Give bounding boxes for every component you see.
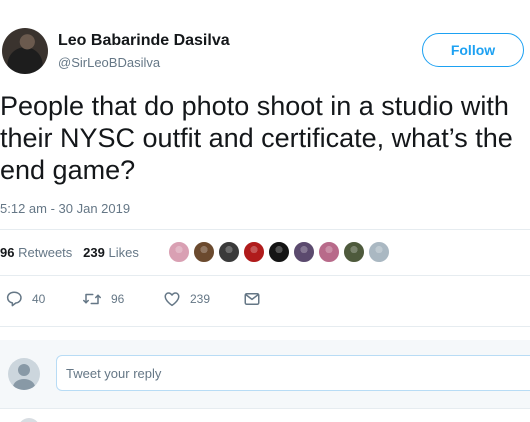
tweet-detail: Leo Babarinde Dasilva @SirLeoBDasilva Fo… (0, 0, 530, 422)
reply-count: 40 (32, 292, 46, 306)
author-avatar[interactable] (2, 28, 48, 74)
follow-button[interactable]: Follow (422, 33, 524, 67)
heart-icon (163, 290, 181, 308)
liker-avatars (168, 241, 390, 263)
retweet-icon (82, 290, 102, 308)
likes-label: Likes (108, 245, 139, 260)
retweets-stat[interactable]: 96 Retweets (0, 245, 72, 260)
divider (0, 229, 530, 230)
liker-avatar[interactable] (243, 241, 265, 263)
likes-stat[interactable]: 239 Likes (83, 245, 139, 260)
divider (0, 408, 530, 409)
direct-message-button[interactable] (243, 290, 261, 308)
retweet-count: 96 (111, 292, 125, 306)
liker-avatar[interactable] (368, 241, 390, 263)
divider (0, 275, 530, 276)
retweet-button[interactable]: 96 (82, 290, 124, 308)
reply-button[interactable]: 40 (5, 290, 45, 308)
divider (0, 326, 530, 327)
liker-avatar[interactable] (193, 241, 215, 263)
reply-icon (5, 290, 23, 308)
user-avatar (8, 358, 40, 390)
envelope-icon (243, 290, 261, 308)
retweets-label: Retweets (18, 245, 73, 260)
retweets-count: 96 (0, 245, 15, 260)
reply-input[interactable] (56, 355, 530, 391)
tweet-actions: 40 96 239 (0, 290, 530, 310)
like-count: 239 (190, 292, 211, 306)
author-handle[interactable]: @SirLeoBDasilva (58, 55, 160, 70)
liker-avatar[interactable] (168, 241, 190, 263)
engagement-stats: 96 Retweets 239 Likes (0, 245, 139, 260)
like-button[interactable]: 239 (163, 290, 210, 308)
author-display-name[interactable]: Leo Babarinde Dasilva (58, 32, 230, 50)
tweet-text: People that do photo shoot in a studio w… (0, 91, 513, 185)
likes-count: 239 (83, 245, 105, 260)
reply-composer (0, 340, 530, 408)
liker-avatar[interactable] (318, 241, 340, 263)
tweet-timestamp[interactable]: 5:12 am - 30 Jan 2019 (0, 201, 130, 216)
liker-avatar[interactable] (293, 241, 315, 263)
liker-avatar[interactable] (218, 241, 240, 263)
liker-avatar[interactable] (268, 241, 290, 263)
reply-author-avatar[interactable] (18, 418, 40, 422)
liker-avatar[interactable] (343, 241, 365, 263)
